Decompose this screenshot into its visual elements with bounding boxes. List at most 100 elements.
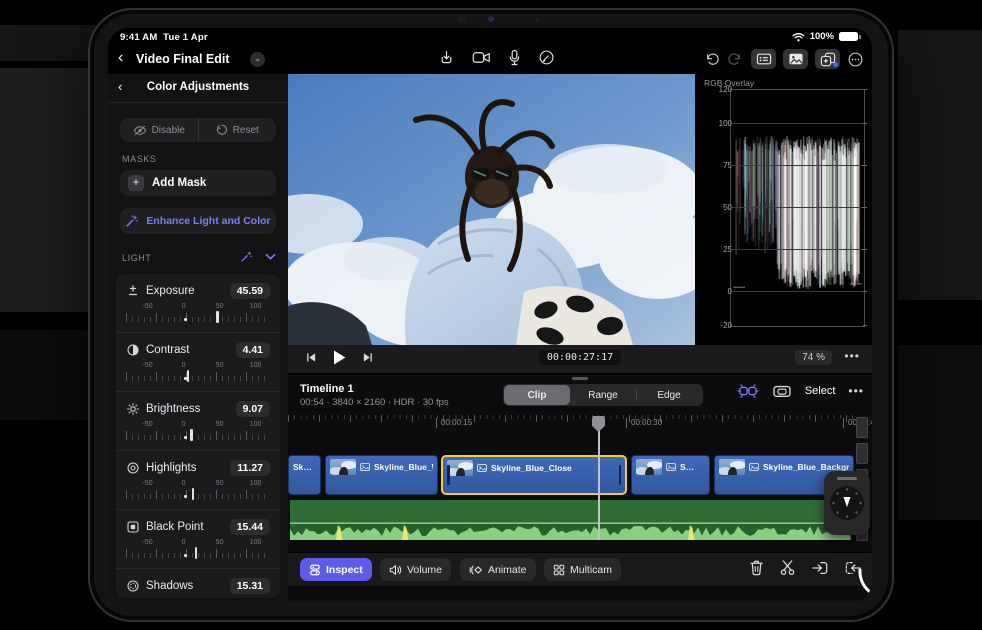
mic-icon[interactable] (508, 49, 521, 66)
tick-label: 100 (249, 421, 262, 428)
back-chevron-icon[interactable]: ‹ (118, 49, 123, 67)
slider-group-highlights: Highlights 11.27 -50 0 50 100 (116, 450, 280, 509)
camera-icon[interactable] (472, 50, 491, 65)
enhance-button[interactable]: Enhance Light and Color (120, 208, 276, 234)
black-point-thumb[interactable] (194, 547, 198, 559)
black-point-value[interactable]: 15.44 (229, 519, 270, 535)
contrast-slider[interactable]: -50 0 50 100 (126, 362, 270, 388)
highlights-zero-dot (183, 495, 187, 498)
timeline-more-icon[interactable]: ••• (848, 384, 864, 398)
tick-label: 0 (181, 480, 186, 487)
trim-handle-right[interactable] (618, 465, 621, 485)
trim-handle-left[interactable] (447, 465, 450, 485)
title-dropdown-chevron-icon[interactable]: ⌄ (250, 52, 265, 67)
inspect-button[interactable]: Inspect (300, 558, 372, 581)
tick-label: 50 (215, 480, 224, 487)
ruler-label: 00:00:15 (436, 418, 472, 428)
timeline-ruler[interactable]: 00:00:1500:00:3000:00:45 (288, 415, 872, 431)
tick-label: 50 (215, 421, 224, 428)
viewer-zoom-level[interactable]: 74 % (795, 350, 832, 365)
clip-thumbnail (447, 460, 473, 476)
light-collapse-chevron-icon[interactable] (265, 253, 276, 261)
scope-y-tick: 25 (723, 245, 732, 255)
viewer-more-icon[interactable]: ••• (844, 349, 860, 363)
exposure-label: Exposure (146, 285, 195, 297)
backdrop-panel-left (0, 68, 96, 312)
playhead-line[interactable] (598, 416, 600, 540)
more-icon[interactable] (847, 51, 864, 68)
mode-edge[interactable]: Edge (636, 385, 702, 405)
highlights-value[interactable]: 11.27 (230, 460, 270, 476)
timeline-pane: Timeline 1 00:54 · 3840 × 2160 · HDR · 3… (288, 375, 872, 602)
scope-tick-dash (863, 164, 867, 166)
pane-resize-grip[interactable] (572, 377, 588, 380)
select-button[interactable]: Select (805, 385, 836, 397)
animate-button[interactable]: Animate (460, 558, 536, 581)
brightness-thumb[interactable] (190, 429, 193, 441)
brightness-value[interactable]: 9.07 (235, 401, 270, 417)
front-camera (456, 16, 466, 22)
slider-group-exposure: Exposure 45.59 -50 0 50 100 (116, 274, 280, 332)
clip-media-icon (749, 463, 759, 471)
brightness-ticks (126, 431, 270, 440)
contrast-thumb[interactable] (186, 370, 190, 382)
project-title[interactable]: Video Final Edit (136, 52, 230, 66)
timeline-clip-3[interactable]: S… (631, 455, 710, 495)
snapping-icon[interactable] (737, 383, 759, 399)
overlay-clips-icon[interactable] (772, 383, 792, 399)
timeline-clip-1[interactable]: Skyline_Blue_Wide (325, 455, 438, 495)
enhance-label: Enhance Light and Color (146, 215, 271, 227)
black-point-label: Black Point (146, 521, 204, 533)
add-mask-label: Add Mask (152, 177, 207, 189)
contrast-value[interactable]: 4.41 (235, 342, 270, 358)
jog-wheel-dial[interactable] (828, 484, 866, 522)
light-auto-wand-icon[interactable] (240, 250, 253, 263)
timeline-meta: 00:54 · 3840 × 2160 · HDR · 30 fps (300, 397, 449, 408)
reset-button[interactable]: Reset (197, 118, 277, 142)
masks-section-label: MASKS (122, 154, 157, 164)
exposure-thumb[interactable] (216, 311, 219, 323)
mode-range[interactable]: Range (570, 385, 636, 405)
browser-toggle-icon[interactable] (751, 49, 776, 69)
exposure-slider[interactable]: -50 0 50 100 (126, 303, 270, 329)
highlights-slider[interactable]: -50 0 50 100 (126, 480, 270, 506)
black-point-slider[interactable]: -50 0 50 100 (126, 539, 270, 565)
ruler-label: 00:00:30 (626, 418, 662, 428)
media-browser-icon[interactable] (783, 49, 808, 69)
timeline-title: Timeline 1 (300, 383, 354, 395)
timecode-display[interactable]: 00:00:27:17 (538, 350, 622, 365)
delete-icon[interactable] (749, 559, 764, 576)
disable-button[interactable]: Disable (120, 118, 198, 142)
jog-grip[interactable] (837, 477, 857, 480)
blade-icon[interactable] (779, 559, 796, 576)
skip-back-icon[interactable] (306, 352, 317, 363)
clip-name: Sk… (293, 462, 312, 472)
status-time: 9:41 AM (120, 32, 158, 43)
jog-wheel-panel[interactable] (824, 471, 870, 535)
backdrop-panel-right-lower (898, 345, 982, 520)
effects-browser-icon[interactable] (815, 49, 840, 69)
exposure-value[interactable]: 45.59 (229, 283, 270, 299)
volume-button[interactable]: Volume (380, 558, 452, 581)
reset-icon (216, 124, 228, 136)
skip-forward-icon[interactable] (362, 352, 373, 363)
mode-clip[interactable]: Clip (504, 385, 570, 405)
multicam-button[interactable]: Multicam (544, 558, 622, 581)
insert-icon[interactable] (811, 560, 829, 576)
pencil-icon[interactable] (538, 49, 555, 66)
highlights-thumb[interactable] (191, 488, 195, 500)
audio-track[interactable] (290, 500, 851, 540)
export-icon[interactable] (438, 49, 455, 66)
shadows-value[interactable]: 15.31 (229, 578, 270, 594)
play-icon[interactable] (333, 350, 346, 365)
undo-icon[interactable] (703, 51, 720, 68)
scope-y-tick: -20 (720, 321, 732, 330)
scope-y-tick: 100 (718, 118, 732, 128)
scope-tick-dash (863, 89, 867, 90)
timeline-toolbar: Inspect Volume Animate Multicam (288, 552, 872, 586)
brightness-slider[interactable]: -50 0 50 100 (126, 421, 270, 447)
redo-icon[interactable] (727, 51, 744, 68)
add-mask-button[interactable]: + Add Mask (120, 170, 276, 196)
volume-label: Volume (407, 563, 443, 576)
timeline-clip-0[interactable]: Sk… (288, 455, 321, 495)
